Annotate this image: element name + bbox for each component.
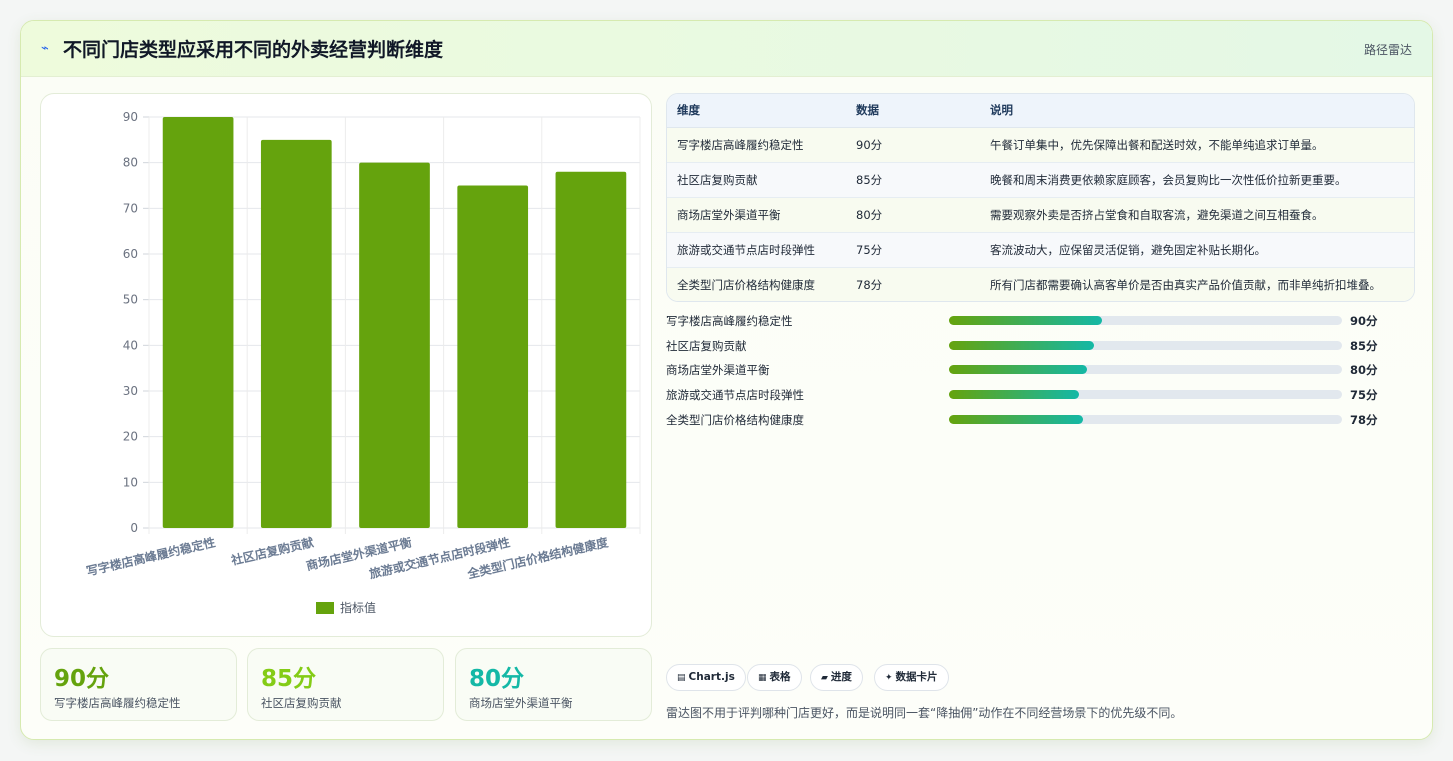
cell-dimension: 社区店复购贡献 — [667, 162, 846, 198]
stat-value: 80分 — [469, 666, 525, 692]
x-tick-label: 写字楼店高峰履约稳定性 — [85, 534, 217, 578]
y-tick-label: 60 — [123, 247, 138, 261]
cell-dimension: 写字楼店高峰履约稳定性 — [667, 127, 846, 163]
chip-progress[interactable]: ▰ 进度 — [810, 664, 863, 691]
progress-track — [949, 316, 1342, 325]
progress-fill — [949, 390, 1079, 400]
cell-dimension: 商场店堂外渠道平衡 — [667, 197, 846, 233]
progress-score: 78分 — [1350, 412, 1378, 427]
cell-note: 客流波动大，应保留灵活促销，避免固定补贴长期化。 — [980, 232, 1414, 268]
cell-data: 75分 — [846, 232, 980, 268]
table-row: 商场店堂外渠道平衡 80分 需要观察外卖是否挤占堂食和自取客流，避免渠道之间互相… — [667, 197, 1414, 233]
bar — [260, 139, 332, 529]
cell-data: 90分 — [846, 127, 980, 163]
progress-score: 85分 — [1350, 338, 1378, 353]
progress-fill — [949, 316, 1103, 325]
sparkle-icon: ✦ — [885, 673, 893, 683]
header-tag: 路径雷达 — [1363, 43, 1412, 57]
progress-row: 旅游或交通节点店时段弹性 75分 — [666, 387, 1386, 412]
progress-row: 社区店复购贡献 85分 — [666, 338, 1386, 363]
legend-swatch — [316, 602, 334, 614]
progress-score: 75分 — [1350, 388, 1378, 403]
chip-label: Chart.js — [688, 671, 735, 683]
progress-label: 写字楼店高峰履约稳定性 — [666, 314, 793, 328]
progress-row: 商场店堂外渠道平衡 80分 — [666, 362, 1386, 387]
dimension-table: 维度 数据 说明 写字楼店高峰履约稳定性 90分 午餐订单集中，优先保障出餐和配… — [666, 93, 1415, 302]
column-header: 数据 — [846, 94, 980, 128]
progress-list: 写字楼店高峰履约稳定性 90分 社区店复购贡献 85分 商场店堂外渠道平衡 80… — [666, 313, 1386, 436]
chip-chartjs[interactable]: ▤ Chart.js — [666, 664, 746, 691]
progress-label: 全类型门店价格结构健康度 — [666, 412, 804, 427]
progress-track — [949, 340, 1342, 350]
stat-label: 商场店堂外渠道平衡 — [469, 696, 573, 710]
column-header: 维度 — [667, 94, 846, 128]
progress-fill — [949, 414, 1083, 424]
y-tick-label: 40 — [123, 338, 138, 352]
cell-data: 80分 — [846, 197, 980, 233]
progress-fill — [949, 365, 1087, 375]
legend-label: 指标值 — [340, 600, 376, 615]
bar — [457, 185, 529, 528]
progress-track — [949, 365, 1342, 375]
lightning-icon: ⌁ — [41, 41, 49, 56]
cell-note: 午餐订单集中，优先保障出餐和配送时效，不能单纯追求订单量。 — [980, 127, 1414, 163]
bar — [359, 162, 430, 528]
y-tick-label: 70 — [123, 201, 138, 215]
y-tick-label: 0 — [130, 521, 138, 535]
y-tick-label: 20 — [123, 430, 138, 444]
y-tick-label: 10 — [123, 475, 138, 489]
y-tick-label: 90 — [123, 110, 138, 124]
chip-label: 表格 — [769, 671, 791, 683]
chip-data-card[interactable]: ✦ 数据卡片 — [874, 664, 949, 691]
page-title: 不同门店类型应采用不同的外卖经营判断维度 — [63, 39, 444, 61]
table-row: 写字楼店高峰履约稳定性 90分 午餐订单集中，优先保障出餐和配送时效，不能单纯追… — [667, 127, 1414, 163]
bar-chart-svg: 0102030405060708090写字楼店高峰履约稳定性 社区店复购贡献商场店… — [85, 110, 641, 615]
x-tick-label: 社区店复购贡献 — [229, 534, 315, 568]
stat-card: 80分 商场店堂外渠道平衡 — [455, 648, 652, 721]
cell-dimension: 旅游或交通节点店时段弹性 — [667, 232, 846, 268]
y-tick-label: 50 — [123, 293, 138, 307]
table-header-row: 维度 数据 说明 — [667, 94, 1414, 128]
stat-value: 85分 — [261, 666, 317, 692]
stat-label: 写字楼店高峰履约稳定性 — [54, 696, 181, 710]
stat-value: 90分 — [54, 666, 110, 692]
y-tick-label: 80 — [123, 156, 138, 170]
progress-label: 社区店复购贡献 — [666, 338, 747, 353]
chart-icon: ▤ — [677, 673, 686, 683]
progress-icon: ▰ — [821, 673, 828, 683]
cell-note: 晚餐和周末消费更依赖家庭顾客，会员复购比一次性低价拉新更重要。 — [980, 162, 1414, 198]
table-row: 社区店复购贡献 85分 晚餐和周末消费更依赖家庭顾客，会员复购比一次性低价拉新更… — [667, 162, 1414, 198]
progress-fill — [949, 340, 1095, 350]
chip-table[interactable]: ▦ 表格 — [747, 664, 802, 691]
progress-label: 商场店堂外渠道平衡 — [666, 363, 770, 378]
dashboard-card: ⌁ 不同门店类型应采用不同的外卖经营判断维度 路径雷达 0 10 20 30 40 50 6… — [20, 20, 1433, 740]
cell-data: 78分 — [846, 267, 980, 301]
bar — [555, 171, 627, 529]
footnote: 雷达图不用于评判哪种门店更好，而是说明同一套“降抽佣”动作在不同经营场景下的优先… — [666, 706, 1183, 720]
bar-chart: 0 10 20 30 40 50 60 70 80 90 写字楼店高峰履约稳定性 社区店复购贡献 商场店… — [40, 93, 652, 637]
progress-row: 写字楼店高峰履约稳定性 90分 — [666, 313, 1386, 338]
progress-track — [949, 414, 1342, 424]
progress-row: 全类型门店价格结构健康度 78分 — [666, 412, 1386, 437]
stat-label: 社区店复购贡献 — [261, 696, 342, 710]
progress-label: 旅游或交通节点店时段弹性 — [666, 388, 804, 403]
cell-note: 需要观察外卖是否挤占堂食和自取客流，避免渠道之间互相蚕食。 — [980, 197, 1414, 233]
cell-dimension: 全类型门店价格结构健康度 — [667, 267, 846, 301]
table-row: 旅游或交通节点店时段弹性 75分 客流波动大，应保留灵活促销，避免固定补贴长期化… — [667, 232, 1414, 268]
chip-label: 数据卡片 — [895, 671, 938, 683]
table-row: 全类型门店价格结构健康度 78分 所有门店都需要确认高客单价是否由真实产品价值贡… — [667, 267, 1414, 301]
chip-label: 进度 — [830, 671, 852, 683]
stat-card: 90分 写字楼店高峰履约稳定性 — [40, 648, 237, 721]
cell-data: 85分 — [846, 162, 980, 198]
bar — [162, 117, 234, 528]
stat-card: 85分 社区店复购贡献 — [247, 648, 444, 721]
progress-track — [949, 390, 1342, 400]
card-header: ⌁ 不同门店类型应采用不同的外卖经营判断维度 路径雷达 — [21, 21, 1432, 77]
y-tick-label: 30 — [123, 384, 138, 398]
table-icon: ▦ — [758, 673, 767, 683]
cell-note: 所有门店都需要确认高客单价是否由真实产品价值贡献，而非单纯折扣堆叠。 — [980, 267, 1414, 301]
progress-score: 80分 — [1350, 363, 1378, 378]
column-header: 说明 — [980, 94, 1414, 128]
progress-score: 90分 — [1350, 314, 1378, 328]
